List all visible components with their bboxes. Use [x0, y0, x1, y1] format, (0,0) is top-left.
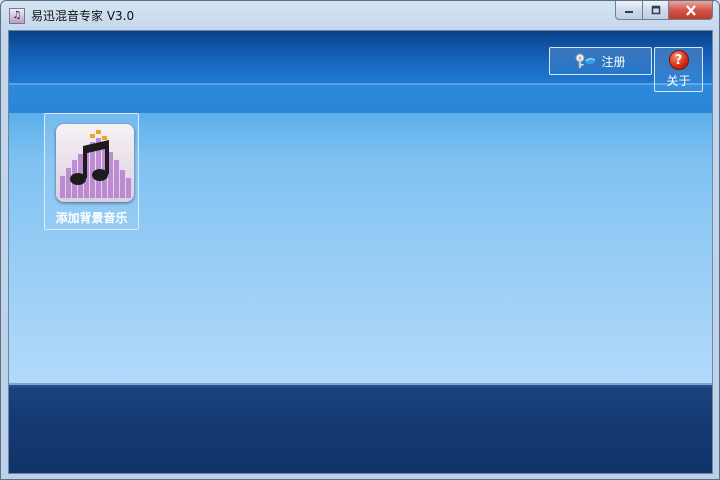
register-label: 注册: [601, 54, 626, 69]
maximize-button[interactable]: [643, 1, 669, 20]
equalizer-graphic: [60, 130, 131, 198]
footer-band: [9, 383, 712, 473]
add-background-music-button[interactable]: 添加背景音乐: [44, 113, 139, 230]
minimize-icon: [625, 11, 633, 13]
close-icon: [685, 4, 696, 16]
close-button[interactable]: [669, 1, 713, 20]
restore-icon: [651, 5, 660, 15]
minimize-button[interactable]: [615, 1, 643, 20]
window-title: 易迅混音专家 V3.0: [31, 9, 135, 23]
add-background-music-label: 添加背景音乐: [55, 211, 128, 225]
about-label: 关于: [666, 74, 691, 88]
title-bar[interactable]: ♫ 易迅混音专家 V3.0: [1, 1, 719, 29]
help-icon: ?: [668, 50, 689, 70]
music-note-icon[interactable]: ♫: [9, 8, 25, 24]
main-area: 注册 ? 关于 添加背景音乐: [8, 30, 713, 474]
about-button[interactable]: ? 关于: [654, 47, 703, 92]
header-divider: [9, 83, 712, 85]
key-icon: [575, 53, 596, 69]
app-window: ♫ 易迅混音专家 V3.0 注册 ? 关于 添加背景音乐: [0, 0, 720, 480]
caption-buttons: [615, 1, 713, 20]
register-button[interactable]: 注册: [549, 47, 652, 75]
music-equalizer-icon: [56, 124, 134, 202]
